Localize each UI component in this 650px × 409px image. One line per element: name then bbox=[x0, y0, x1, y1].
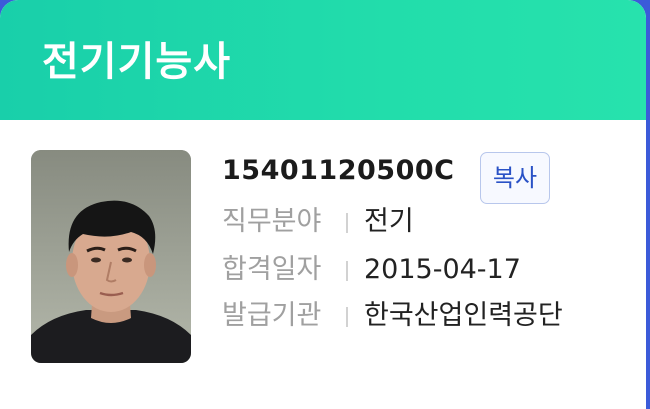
pass-date-divider bbox=[346, 260, 348, 281]
card-body: 15401120500C 복사 직무분야 전기 합격일자 2015-04-17 발급… bbox=[0, 120, 646, 409]
field-divider bbox=[346, 212, 348, 233]
info-row-pass-date: 합격일자 2015-04-17 bbox=[222, 250, 521, 290]
copy-button[interactable]: 복사 bbox=[480, 152, 550, 204]
pass-date-value: 2015-04-17 bbox=[364, 254, 521, 285]
field-value: 전기 bbox=[364, 206, 414, 237]
card-header: 전기기능사 bbox=[0, 0, 646, 120]
pass-date-label: 합격일자 bbox=[222, 254, 322, 285]
field-label: 직무분야 bbox=[222, 206, 322, 237]
issuer-label: 발급기관 bbox=[222, 300, 322, 331]
license-number: 15401120500C bbox=[222, 155, 455, 186]
profile-photo-image bbox=[31, 150, 191, 363]
info-row-issuer: 발급기관 한국산업인력공단 bbox=[222, 296, 563, 336]
profile-photo bbox=[31, 150, 191, 363]
info-row-field: 직무분야 전기 bbox=[222, 202, 414, 242]
certificate-card: 전기기능사 15401120500C 복사 직무분야 전기 합격일자 2015-… bbox=[0, 0, 646, 409]
issuer-divider bbox=[346, 306, 348, 327]
certificate-title: 전기기능사 bbox=[42, 39, 231, 85]
issuer-value: 한국산업인력공단 bbox=[364, 300, 563, 331]
